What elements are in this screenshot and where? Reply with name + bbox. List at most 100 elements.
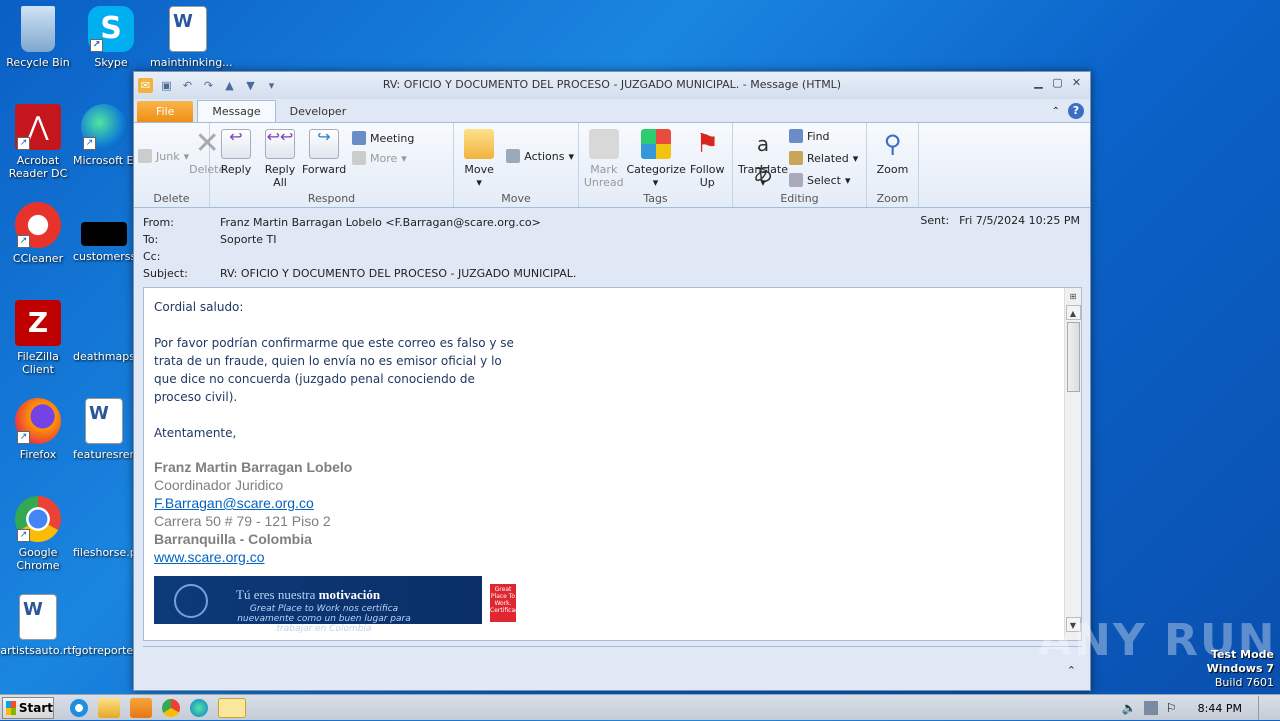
desktop-icon-filezilla[interactable]: Z FileZilla Client [0,300,76,376]
save-icon[interactable]: ▣ [159,78,174,93]
previous-item-icon[interactable]: ▲ [222,78,237,93]
desktop-icon-label: Skype [94,56,128,69]
to-value[interactable]: Soporte TI [220,233,277,246]
action-center-flag-icon[interactable]: ⚐ [1166,701,1180,715]
clock[interactable]: 8:44 PM [1198,702,1242,715]
tab-file[interactable]: File [137,101,194,122]
undo-icon[interactable]: ↶ [180,78,195,93]
follow-up-flag-icon: ⚑ [695,129,719,159]
outlook-taskbar-icon[interactable] [218,697,246,718]
junk-button[interactable]: Junk ▾ [138,149,189,163]
desktop-icon-firefox[interactable]: ↗ Firefox [0,398,76,461]
desktop-icon-recycle-bin[interactable]: Recycle Bin [0,6,76,69]
zoom-label: Zoom [876,163,909,176]
signature-email-link[interactable]: F.Barragan@scare.org.co [154,495,314,511]
select-button[interactable]: Select ▾ [789,173,858,187]
scroll-thumb[interactable] [1066,322,1080,392]
word-doc-icon: W [19,594,57,640]
help-icon[interactable]: ? [1068,103,1084,119]
categorize-icon [640,129,671,159]
mark-unread-label: Mark Unread [583,163,624,189]
tab-message[interactable]: Message [197,100,276,122]
desktop-icon-acrobat[interactable]: ⋀ ↗ Acrobat Reader DC [0,104,76,180]
desktop-icon-label: fileshorse.p [73,546,135,559]
minimize-icon[interactable]: ▁ [1031,76,1046,90]
show-desktop-button[interactable] [1258,696,1270,720]
edge-taskbar-icon[interactable] [190,698,208,717]
signature-website-link[interactable]: www.scare.org.co [154,549,264,565]
tab-developer[interactable]: Developer [276,101,361,122]
ribbon-group-respond: ↩ Reply ↩↩ Reply All ↪ Forward Meeting M… [210,123,454,207]
desktop-icon-edge[interactable]: ↗ Microsoft Ed [73,104,135,167]
filezilla-icon: Z [15,300,61,346]
group-label-tags: Tags [643,192,668,205]
banner-headline-a: Tú eres nuestra [236,587,319,602]
internet-explorer-icon[interactable] [70,698,88,717]
signature-title: Coordinador Juridico [154,477,284,493]
desktop-icon-label: customerss [73,250,135,263]
signature-city: Barranquilla - Colombia [154,531,312,547]
word-doc-icon: W [169,6,207,52]
more-button[interactable]: More ▾ [352,151,414,165]
meeting-label: Meeting [370,131,415,145]
desktop-icon-skype[interactable]: S ↗ Skype [73,6,149,69]
actions-button[interactable]: Actions ▾ [506,149,574,163]
collapse-ribbon-icon[interactable]: ⌃ [1052,106,1060,117]
related-label: Related [807,151,849,165]
from-value[interactable]: Franz Martin Barragan Lobelo <F.Barragan… [220,216,541,229]
skype-icon: S ↗ [88,6,134,52]
next-item-icon[interactable]: ▼ [243,78,258,93]
close-icon[interactable]: ✕ [1069,76,1084,90]
desktop-icon-mainthinking[interactable]: W mainthinking... [150,6,233,69]
desktop-icon-deathmaps[interactable]: deathmaps. [73,300,135,363]
customize-toolbar-icon[interactable]: ▾ [264,78,279,93]
more-icon [352,151,366,165]
desktop-icon-ccleaner[interactable]: ↗ CCleaner [0,202,76,265]
maximize-icon[interactable]: ▢ [1050,76,1065,90]
chrome-taskbar-icon[interactable] [162,698,180,717]
vertical-scrollbar[interactable]: ⊞ ▲ ▼ [1064,288,1081,640]
ribbon-group-delete: Junk ▾ ✕ Delete Delete [134,123,225,207]
move-label: Move [464,163,494,176]
file-explorer-icon[interactable] [98,697,120,718]
desktop-icon-customerss[interactable]: customerss [73,202,135,263]
banner-headline-b: motivación [318,587,381,602]
network-icon[interactable] [1143,701,1158,715]
closing: Atentamente, [154,426,237,440]
reply-icon: ↩ [221,129,251,159]
media-player-icon[interactable] [130,697,152,718]
desktop-icon-label: Microsoft Ed [73,154,135,167]
desktop-icon-fileshorse[interactable]: fileshorse.p [73,496,135,559]
acrobat-icon: ⋀ ↗ [15,104,61,150]
ribbon: Junk ▾ ✕ Delete Delete ↩ Reply ↩↩ Reply … [134,122,1090,208]
desktop-icon-label: artistsauto.rtf [0,644,76,657]
find-icon [789,129,803,143]
firefox-icon: ↗ [15,398,61,444]
volume-icon[interactable]: 🔈 [1122,701,1137,715]
group-label-move: Move [501,192,531,205]
desktop-icon-gotreporte[interactable]: gotreporte [73,594,135,657]
desktop-icon-artistsauto[interactable]: W artistsauto.rtf [0,594,76,657]
desktop-icon-chrome[interactable]: ↗ Google Chrome [0,496,76,572]
related-button[interactable]: Related ▾ [789,151,858,165]
split-icon[interactable]: ⊞ [1066,289,1081,304]
message-body[interactable]: Cordial saludo: Por favor podrían confir… [143,287,1082,641]
desktop-icon-featuresren[interactable]: W featuresren [73,398,135,461]
find-button[interactable]: Find [789,129,858,143]
group-label-delete: Delete [153,192,190,205]
desktop-icon-label: Recycle Bin [6,56,70,69]
scroll-track[interactable] [1065,394,1081,616]
ribbon-group-zoom: ⚲ Zoom Zoom [867,123,919,207]
redo-icon[interactable]: ↷ [201,78,216,93]
scroll-up-icon[interactable]: ▲ [1065,305,1081,320]
desktop-icon-label: gotreporte [74,644,134,657]
cc-row: Cc: [143,250,220,263]
meeting-button[interactable]: Meeting [352,131,414,145]
start-button[interactable]: Start [2,696,54,719]
ribbon-group-tags: Mark Unread Categorize ▾ ⚑ Follow Up Tags [579,123,733,207]
actions-label: Actions [524,149,565,163]
to-row: To: Soporte TI [143,233,277,246]
outlook-icon: ✉ [138,78,153,93]
shortcut-arrow-icon: ↗ [90,39,103,52]
forward-icon: ↪ [309,129,339,159]
